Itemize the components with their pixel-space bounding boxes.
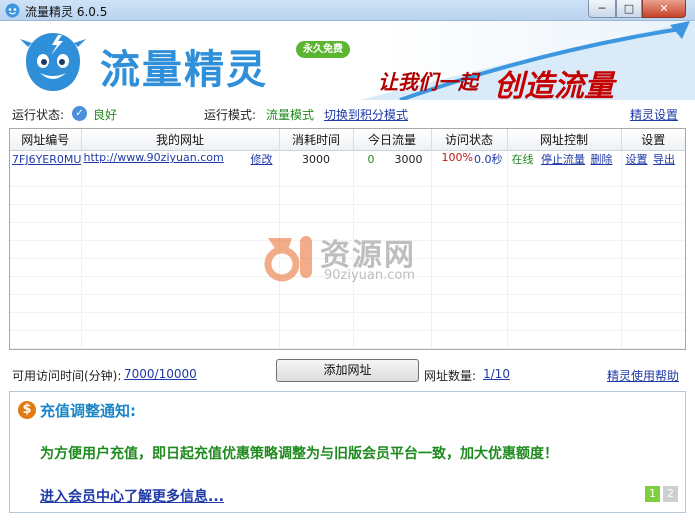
online-status: 在线	[511, 153, 534, 167]
slogan-part-2: 创造流量	[494, 69, 614, 100]
col-settings[interactable]: 设置	[621, 129, 685, 151]
notice-title: 充值调整通知:	[40, 402, 136, 420]
edit-url-link[interactable]: 修改	[251, 151, 273, 167]
help-link[interactable]: 精灵使用帮助	[607, 367, 679, 384]
col-today-traffic[interactable]: 今日流量	[353, 129, 432, 151]
total-traffic-value: 3000	[394, 152, 423, 166]
minimize-button[interactable]: ─	[588, 0, 616, 18]
url-count-label: 网址数量:	[424, 369, 477, 383]
col-url-control[interactable]: 网址控制	[507, 129, 622, 151]
table-row[interactable]: 7FJ6YER0MU3 http://www.90ziyuan.com 修改 3…	[10, 150, 685, 168]
empty-row	[10, 168, 685, 187]
visit-percent: 100%	[441, 151, 473, 165]
notice-page-1[interactable]: 1	[645, 486, 660, 502]
delete-url-link[interactable]: 删除	[591, 153, 613, 166]
add-url-button[interactable]: 添加网址	[276, 359, 419, 382]
dollar-coin-icon: $	[18, 401, 36, 419]
url-id-link[interactable]: 7FJ6YER0MU3	[12, 153, 80, 166]
status-row: 运行状态: ✓ 良好 运行模式: 流量模式 切换到积分模式 精灵设置	[0, 104, 695, 124]
empty-row	[10, 258, 685, 277]
col-visit-status[interactable]: 访问状态	[431, 129, 508, 151]
slogan-part-1: 让我们一起	[378, 70, 478, 94]
bottom-bar: 可用访问时间(分钟): 7000/10000 添加网址 网址数量: 1/10 精…	[0, 358, 695, 388]
banner: 流量精灵 永久免费 让我们一起 创造流量	[0, 21, 695, 100]
today-traffic-value: 0	[367, 152, 375, 166]
time-used-value: 3000	[279, 150, 354, 168]
empty-row	[10, 204, 685, 223]
run-mode-label: 运行模式:	[204, 108, 257, 122]
free-badge: 永久免费	[296, 41, 350, 58]
stop-traffic-link[interactable]: 停止流量	[541, 153, 585, 166]
run-mode-value: 流量模式	[266, 108, 315, 122]
url-count-value[interactable]: 1/10	[483, 367, 510, 381]
empty-row	[10, 222, 685, 241]
empty-row	[10, 276, 685, 295]
col-url-id[interactable]: 网址编号	[10, 129, 82, 151]
empty-row	[10, 312, 685, 331]
table-header-row: 网址编号 我的网址 消耗时间 今日流量 访问状态 网址控制 设置	[10, 129, 685, 151]
url-table: 网址编号 我的网址 消耗时间 今日流量 访问状态 网址控制 设置 7FJ6YER…	[9, 128, 686, 350]
sprite-settings-link[interactable]: 精灵设置	[630, 106, 678, 123]
check-icon: ✓	[72, 106, 87, 121]
url-link[interactable]: http://www.90ziyuan.com	[84, 151, 224, 164]
row-settings-link[interactable]: 设置	[626, 153, 648, 166]
run-state-value: 良好	[93, 108, 118, 122]
empty-row	[10, 240, 685, 259]
switch-to-points-mode-link[interactable]: 切换到积分模式	[324, 106, 408, 123]
col-my-url[interactable]: 我的网址	[81, 129, 280, 151]
empty-row	[10, 330, 685, 349]
empty-row	[10, 294, 685, 313]
available-time-value[interactable]: 7000/10000	[124, 367, 197, 381]
available-time-label: 可用访问时间(分钟):	[12, 369, 122, 383]
visit-seconds: 0.0秒	[474, 153, 503, 167]
notice-page-2[interactable]: 2	[663, 486, 678, 502]
close-button[interactable]: ✕	[642, 0, 686, 18]
col-time-used[interactable]: 消耗时间	[279, 129, 354, 151]
window-title: 流量精灵 6.0.5	[25, 5, 108, 19]
notice-panel: $ 充值调整通知: 为方便用户充值，即日起充值优惠策略调整为与旧版会员平台一致，…	[9, 391, 686, 513]
notice-body: 为方便用户充值，即日起充值优惠策略调整为与旧版会员平台一致，加大优惠额度！	[40, 446, 558, 462]
sprite-logo-icon	[20, 33, 86, 91]
empty-row	[10, 186, 685, 205]
member-center-link[interactable]: 进入会员中心了解更多信息...	[40, 486, 224, 506]
app-icon	[5, 3, 20, 18]
export-link[interactable]: 导出	[653, 153, 675, 166]
product-name: 流量精灵	[100, 47, 268, 93]
run-state-label: 运行状态:	[12, 108, 65, 122]
title-bar: 流量精灵 6.0.5 ─ □ ✕	[0, 0, 695, 21]
maximize-button[interactable]: □	[616, 0, 642, 18]
